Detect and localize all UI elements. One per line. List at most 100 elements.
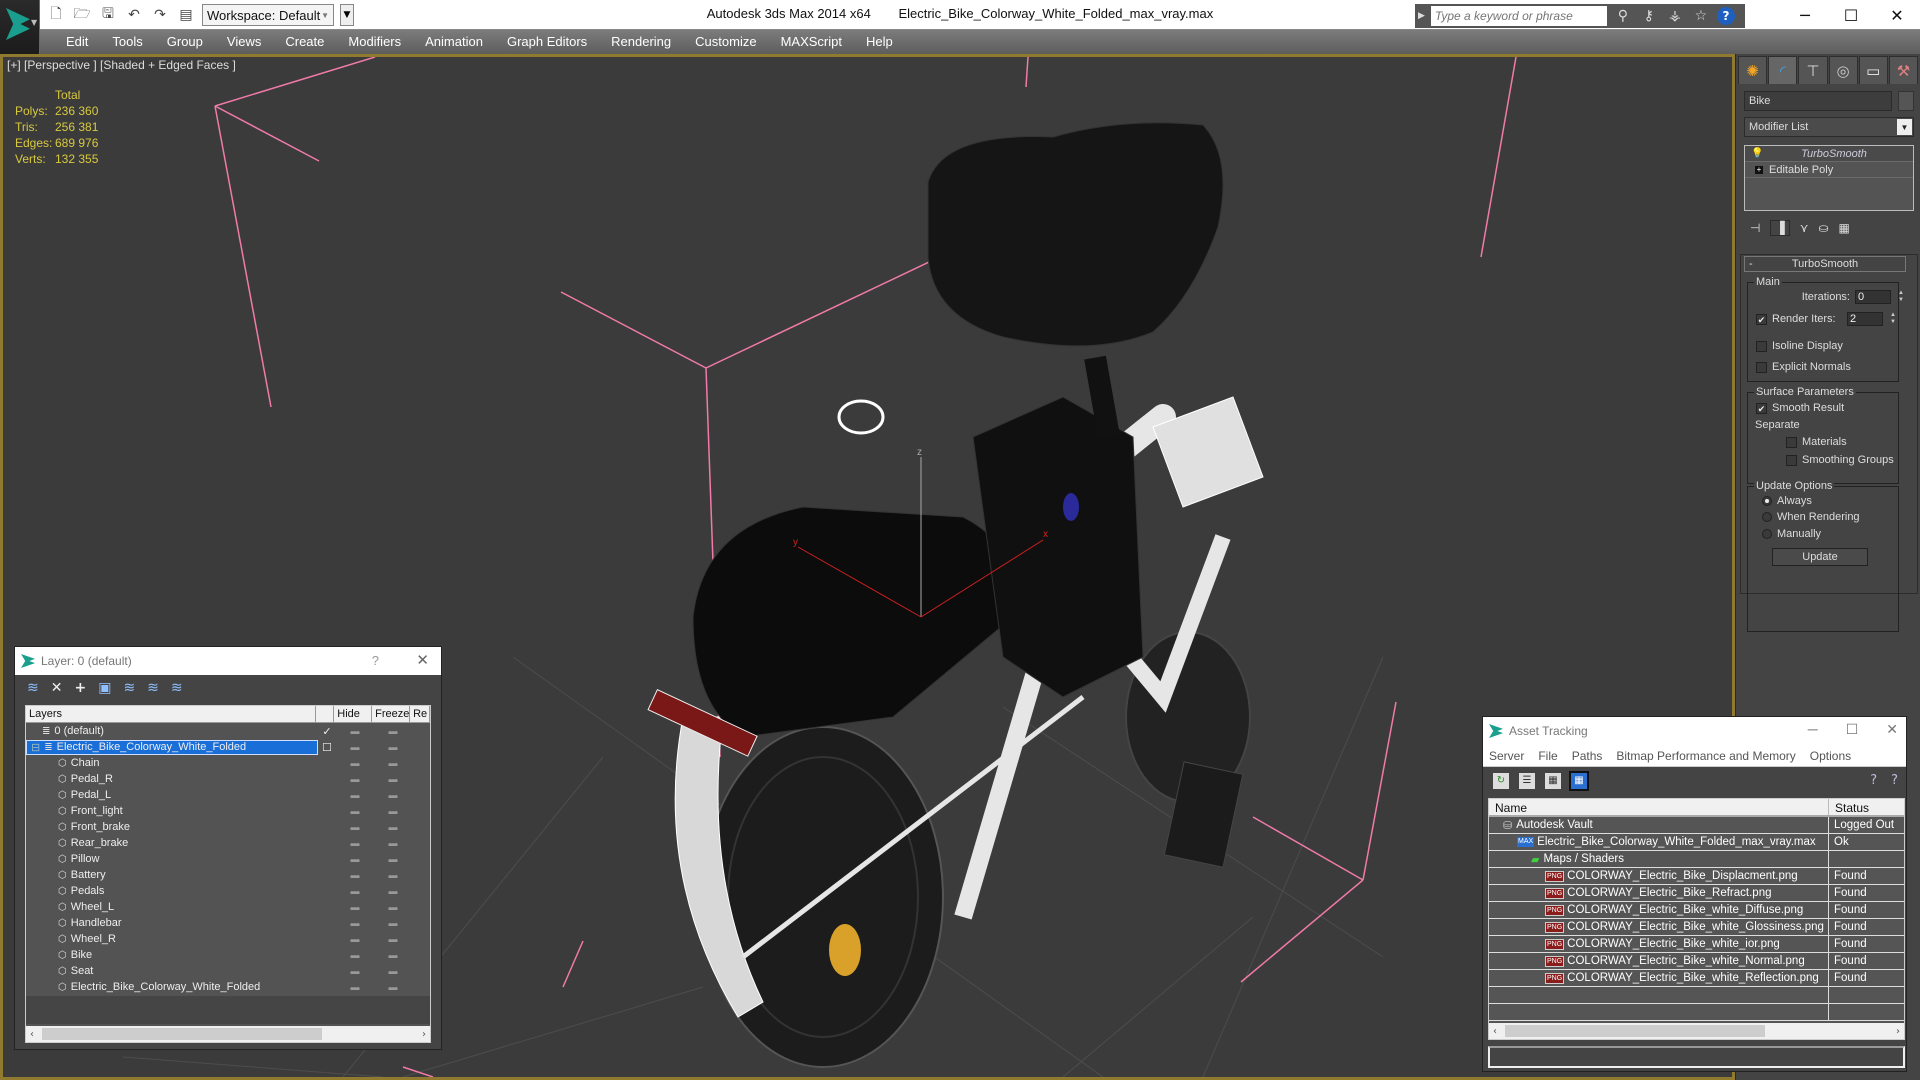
radio-when-rendering[interactable]: When Rendering	[1762, 511, 1860, 523]
hide-toggle[interactable]: ▬	[336, 742, 374, 752]
undo-icon[interactable]: ↶	[124, 5, 144, 25]
freeze-toggle[interactable]: ▬	[374, 934, 412, 944]
asset-window-titlebar[interactable]: Asset Tracking ─ ☐ ✕	[1483, 717, 1906, 745]
menu-modifiers[interactable]: Modifiers	[336, 30, 413, 54]
satellite-icon[interactable]: ⚶	[1665, 8, 1685, 24]
delete-layer-icon[interactable]: ✕	[51, 680, 63, 696]
asset-row[interactable]: PNG COLORWAY_Electric_Bike_white_Glossine…	[1489, 919, 1904, 936]
layer-name-cell[interactable]: ⊟ ≣ Electric_Bike_Colorway_White_Folded	[26, 739, 318, 755]
layer-name-cell[interactable]: ⬡ Electric_Bike_Colorway_White_Folded	[26, 980, 318, 995]
star-icon[interactable]: ☆	[1691, 8, 1711, 24]
hide-toggle[interactable]: ▬	[336, 790, 374, 800]
hide-toggle[interactable]: ▬	[336, 934, 374, 944]
refresh-icon[interactable]: ↻	[1493, 773, 1509, 789]
rollout-header[interactable]: - TurboSmooth	[1744, 256, 1906, 272]
table-view-icon[interactable]: ▦	[1569, 771, 1589, 791]
asset-menu-bitmap-performance-and-memory[interactable]: Bitmap Performance and Memory	[1616, 749, 1795, 763]
hide-toggle[interactable]: ▬	[336, 726, 374, 736]
column-header[interactable]: Hide	[334, 706, 373, 722]
asset-row[interactable]: PNG COLORWAY_Electric_Bike_Displacment.pn…	[1489, 868, 1904, 885]
remove-modifier-icon[interactable]: ⛀	[1818, 221, 1828, 235]
radio-always[interactable]: Always	[1762, 495, 1812, 507]
hide-toggle[interactable]: ▬	[336, 774, 374, 784]
search-input[interactable]	[1430, 6, 1607, 26]
minimize-button[interactable]: ─	[1782, 0, 1828, 30]
radio-button[interactable]	[1762, 496, 1772, 506]
help-icon[interactable]: ?	[1716, 7, 1735, 25]
column-status[interactable]: Status	[1829, 799, 1869, 815]
asset-row[interactable]: PNG COLORWAY_Electric_Bike_white_Normal.p…	[1489, 953, 1904, 970]
layer-row[interactable]: ⬡ Wheel_L ▬ ▬	[26, 899, 430, 915]
layer-window-titlebar[interactable]: Layer: 0 (default) ? ✕	[15, 647, 441, 675]
layer-name-cell[interactable]: ⬡ Rear_brake	[26, 836, 318, 851]
freeze-toggle[interactable]: ▬	[374, 982, 412, 992]
layer-row[interactable]: ⬡ Rear_brake ▬ ▬	[26, 835, 430, 851]
render-iters-checkbox[interactable]: ✔	[1756, 313, 1767, 325]
menu-animation[interactable]: Animation	[413, 30, 495, 54]
toolbar-overflow-icon[interactable]: ▼	[340, 4, 354, 26]
menu-create[interactable]: Create	[273, 30, 336, 54]
layer-name-cell[interactable]: ⬡ Pillow	[26, 852, 318, 867]
asset-row[interactable]: ▰ Maps / Shaders	[1489, 851, 1904, 868]
utilities-tab-icon[interactable]: ⚒	[1888, 56, 1919, 84]
freeze-toggle[interactable]: ▬	[374, 822, 412, 832]
freeze-toggle[interactable]: ▬	[374, 726, 412, 736]
hide-toggle[interactable]: ▬	[336, 758, 374, 768]
column-header[interactable]	[316, 706, 335, 722]
stack-item-turbosmooth[interactable]: 💡 TurboSmooth	[1745, 146, 1913, 162]
hide-toggle[interactable]: ▬	[336, 854, 374, 864]
asset-menu-server[interactable]: Server	[1489, 749, 1524, 763]
maximize-button[interactable]: ☐	[1828, 0, 1874, 30]
expand-arrow-icon[interactable]: ▶	[1418, 11, 1425, 21]
object-color-swatch[interactable]	[1898, 91, 1914, 111]
column-header[interactable]: Layers	[26, 706, 317, 722]
layer-row[interactable]: ⬡ Pedals ▬ ▬	[26, 883, 430, 899]
select-objects-icon[interactable]: ▣	[98, 680, 111, 696]
scrollbar-thumb[interactable]	[1505, 1025, 1765, 1037]
close-button[interactable]: ✕	[416, 651, 429, 669]
layer-name-cell[interactable]: ⬡ Chain	[26, 756, 318, 771]
hide-toggle[interactable]: ▬	[336, 902, 374, 912]
smoothing-groups-checkbox[interactable]	[1786, 454, 1797, 466]
menu-group[interactable]: Group	[155, 30, 215, 54]
layer-name-cell[interactable]: ⬡ Front_brake	[26, 820, 318, 835]
freeze-toggle[interactable]: ▬	[374, 838, 412, 848]
context-help-icon[interactable]: ?	[1891, 773, 1898, 788]
path-field[interactable]	[1488, 1046, 1905, 1068]
scroll-right-icon[interactable]: ›	[1896, 1026, 1900, 1037]
layer-row[interactable]: ⬡ Pedal_R ▬ ▬	[26, 771, 430, 787]
add-to-layer-icon[interactable]: +	[74, 680, 86, 696]
close-button[interactable]: ✕	[1874, 0, 1920, 30]
asset-menu-paths[interactable]: Paths	[1572, 749, 1603, 763]
menu-views[interactable]: Views	[215, 30, 273, 54]
horizontal-scrollbar[interactable]: ‹ ›	[1489, 1023, 1904, 1039]
scroll-left-icon[interactable]: ‹	[1493, 1026, 1497, 1037]
menu-customize[interactable]: Customize	[683, 30, 768, 54]
menu-edit[interactable]: Edit	[54, 30, 100, 54]
iterations-input[interactable]: 0	[1855, 290, 1891, 304]
make-unique-icon[interactable]: ⋎	[1800, 221, 1809, 235]
maximize-button[interactable]: ☐	[1846, 721, 1859, 738]
key-icon[interactable]: ⚷	[1639, 8, 1659, 24]
horizontal-scrollbar[interactable]: ‹ ›	[26, 1026, 430, 1042]
object-name-field[interactable]: Bike	[1744, 91, 1892, 111]
menu-rendering[interactable]: Rendering	[599, 30, 683, 54]
help-button[interactable]: ?	[372, 653, 379, 668]
layer-row[interactable]: ⬡ Pillow ▬ ▬	[26, 851, 430, 867]
freeze-toggle[interactable]: ▬	[374, 806, 412, 816]
freeze-toggle[interactable]: ▬	[374, 774, 412, 784]
layer-row[interactable]: ⬡ Front_light ▬ ▬	[26, 803, 430, 819]
minimize-button[interactable]: ─	[1808, 721, 1818, 738]
create-layer-icon[interactable]: ≋	[27, 680, 39, 696]
layer-row[interactable]: ⬡ Pedal_L ▬ ▬	[26, 787, 430, 803]
explicit-normals-checkbox[interactable]	[1756, 361, 1767, 373]
lightbulb-icon[interactable]: 💡	[1751, 148, 1763, 159]
layer-name-cell[interactable]: ⬡ Bike	[26, 948, 318, 963]
list-view-icon[interactable]: ☰	[1519, 773, 1535, 789]
freeze-toggle[interactable]: ▬	[374, 966, 412, 976]
menu-maxscript[interactable]: MAXScript	[769, 30, 854, 54]
freeze-toggle[interactable]: ▬	[374, 870, 412, 880]
binoculars-icon[interactable]: ⚲	[1613, 8, 1633, 24]
layer-row[interactable]: ⬡ Chain ▬ ▬	[26, 755, 430, 771]
menu-tools[interactable]: Tools	[100, 30, 154, 54]
